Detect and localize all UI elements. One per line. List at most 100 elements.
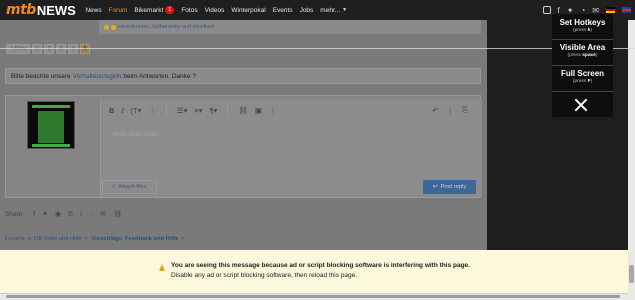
top-nav-bar: mtb NEWS News Forum Bikemarkt 1 Fotos Vi… <box>0 0 635 20</box>
main-nav: News Forum Bikemarkt 1 Fotos Videos Wint… <box>82 0 351 20</box>
font-size-icon[interactable]: ʈT▾ <box>131 106 141 115</box>
pagination: < Prev 1 2 3 4 5 <box>6 44 90 54</box>
tumblr-share-icon[interactable]: t <box>80 211 82 218</box>
nav-item-jobs[interactable]: Jobs <box>296 0 317 20</box>
image-icon[interactable]: ▣ <box>255 106 262 115</box>
facebook-share-icon[interactable]: f <box>33 211 35 218</box>
vertical-scroll-thumb[interactable] <box>629 265 634 283</box>
vertical-scrollbar[interactable] <box>628 20 635 300</box>
paperclip-icon: ⌇ <box>112 184 116 190</box>
insert-more-icon[interactable]: ⋮ <box>269 106 277 115</box>
page-link[interactable]: 4 <box>68 44 78 54</box>
paragraph-icon[interactable]: ¶▾ <box>210 106 218 115</box>
full-hint-post: ) <box>590 79 593 84</box>
twitter-share-icon[interactable]: ✦ <box>42 210 48 218</box>
avatar-art-bottom <box>32 144 70 147</box>
post-reply-label: Post reply <box>440 184 467 190</box>
toolbar-divider <box>227 105 229 115</box>
flag-uk-icon[interactable] <box>622 7 631 13</box>
rules-link[interactable]: Verhaltensregeln <box>73 73 122 80</box>
bikemarkt-count-badge: 1 <box>165 6 175 14</box>
full-screen-button[interactable]: Full Screen (press F) <box>552 69 613 84</box>
reaction-summary[interactable]: inkredimmer, Jabberwoky and slowfreet <box>104 24 215 30</box>
breadcrumb-item[interactable]: Off-Topic und Hilfe <box>34 236 82 242</box>
breadcrumb: Forums > Off-Topic und Hilfe > Vorschläg… <box>5 236 185 242</box>
area-hint-post: ) <box>595 53 598 58</box>
nav-item-forum[interactable]: Forum <box>105 0 131 20</box>
toolbar-divider <box>165 105 167 115</box>
close-icon[interactable] <box>574 98 588 112</box>
breadcrumb-separator: > <box>84 236 89 242</box>
nav-item-fotos[interactable]: Fotos <box>178 0 201 20</box>
visible-area-title: Visible Area <box>559 43 606 52</box>
notice-text-before: Bitte beachte unsere <box>11 72 71 80</box>
visible-area-hint: (press space) <box>552 53 613 58</box>
breadcrumb-item[interactable]: Forums <box>5 236 25 242</box>
reaction-users: inkredimmer, Jabberwoky and slowfreet <box>118 24 215 30</box>
breadcrumb-item[interactable]: Vorschläge, Feedback und Hilfe <box>91 236 178 242</box>
avatar-art-center <box>38 111 64 143</box>
align-icon[interactable]: ≡▾ <box>194 106 202 115</box>
list-icon[interactable]: ☰▾ <box>177 106 188 115</box>
visible-area-guide-line <box>0 48 635 49</box>
redo-icon[interactable]: ⋮ <box>447 106 455 115</box>
visible-area-button[interactable]: Visible Area (press space) <box>552 43 613 58</box>
nav-item-winterpokal[interactable]: Winterpokal <box>228 0 269 20</box>
area-hint-pre: (press <box>567 53 581 58</box>
page-link[interactable]: 1 <box>32 44 42 54</box>
reply-editor: B I ʈT▾ ⋮ ☰▾ ≡▾ ¶▾ ⛓ ▣ ⋮ ↶ ⋮ ⎘ Write you… <box>100 100 482 197</box>
bold-icon[interactable]: B <box>109 106 114 115</box>
attach-files-button[interactable]: ⌇ Attach files <box>102 180 157 194</box>
nav-item-mehr-label: mehr... <box>320 6 341 14</box>
instagram-icon[interactable] <box>542 6 551 14</box>
logo-mtb: mtb <box>6 2 36 18</box>
reply-icon: ↩ <box>432 184 438 190</box>
pinterest-share-icon[interactable]: ℗ <box>68 211 73 218</box>
nav-item-bikemarkt-label: Bikemarkt <box>134 6 164 14</box>
site-logo[interactable]: mtb NEWS <box>6 2 76 18</box>
whatsapp-share-icon[interactable]: ◌ <box>89 211 93 218</box>
nav-item-mehr[interactable]: mehr... ▼ <box>317 0 351 20</box>
share-label: Share: <box>5 210 25 218</box>
hotkey-divider <box>552 91 613 92</box>
undo-icon[interactable]: ↶ <box>432 106 438 115</box>
prev-page-button[interactable]: < Prev <box>6 44 30 54</box>
hotkey-divider <box>552 65 613 66</box>
nav-item-events[interactable]: Events <box>269 0 296 20</box>
page-link[interactable]: 2 <box>44 44 54 54</box>
set-hotkeys-button[interactable]: Set Hotkeys (press k) <box>552 18 613 33</box>
current-page[interactable]: 5 <box>80 44 90 54</box>
link-icon[interactable]: ⛓ <box>238 106 248 115</box>
nav-item-videos[interactable]: Videos <box>201 0 228 20</box>
avatar-art-top <box>32 105 70 108</box>
logo-news: NEWS <box>36 2 76 18</box>
full-screen-hint: (press F) <box>552 79 613 84</box>
page-link[interactable]: 3 <box>56 44 66 54</box>
reply-input[interactable]: Write your reply... <box>112 131 162 138</box>
nav-item-news[interactable]: News <box>82 0 105 20</box>
chevron-down-icon: ▼ <box>342 7 348 13</box>
nav-item-bikemarkt[interactable]: Bikemarkt 1 <box>131 0 178 20</box>
toolbar-right: ↶ ⋮ ⎘ <box>432 100 468 120</box>
reddit-share-icon[interactable]: ◉ <box>55 210 61 218</box>
flag-de-icon[interactable] <box>606 7 615 13</box>
attach-files-label: Attach files <box>118 184 147 190</box>
set-hotkeys-title: Set Hotkeys <box>559 18 606 27</box>
link-share-icon[interactable]: ⛓ <box>113 210 122 218</box>
rules-notice: Bitte beachte unsere Verhaltensregeln be… <box>5 68 481 84</box>
full-screen-title: Full Screen <box>560 69 605 78</box>
preview-icon[interactable]: ⎘ <box>462 105 468 115</box>
full-hint-pre: (press <box>572 79 587 84</box>
laugh-reaction-icon <box>111 24 116 30</box>
reply-box: B I ʈT▾ ⋮ ☰▾ ≡▾ ¶▾ ⛓ ▣ ⋮ ↶ ⋮ ⎘ Write you… <box>5 95 482 198</box>
italic-icon[interactable]: I <box>121 106 124 115</box>
post-reply-button[interactable]: ↩ Post reply <box>423 180 476 194</box>
set-hotkeys-hint: (press k) <box>552 28 613 33</box>
hotkey-divider <box>552 39 613 40</box>
avatar[interactable] <box>27 101 75 149</box>
email-share-icon[interactable]: ✉ <box>100 210 106 218</box>
horizontal-scroll-thumb[interactable] <box>6 295 620 298</box>
more-options-icon[interactable]: ⋮ <box>148 106 156 115</box>
breadcrumb-separator: > <box>181 236 185 242</box>
like-reaction-icon <box>104 24 109 30</box>
